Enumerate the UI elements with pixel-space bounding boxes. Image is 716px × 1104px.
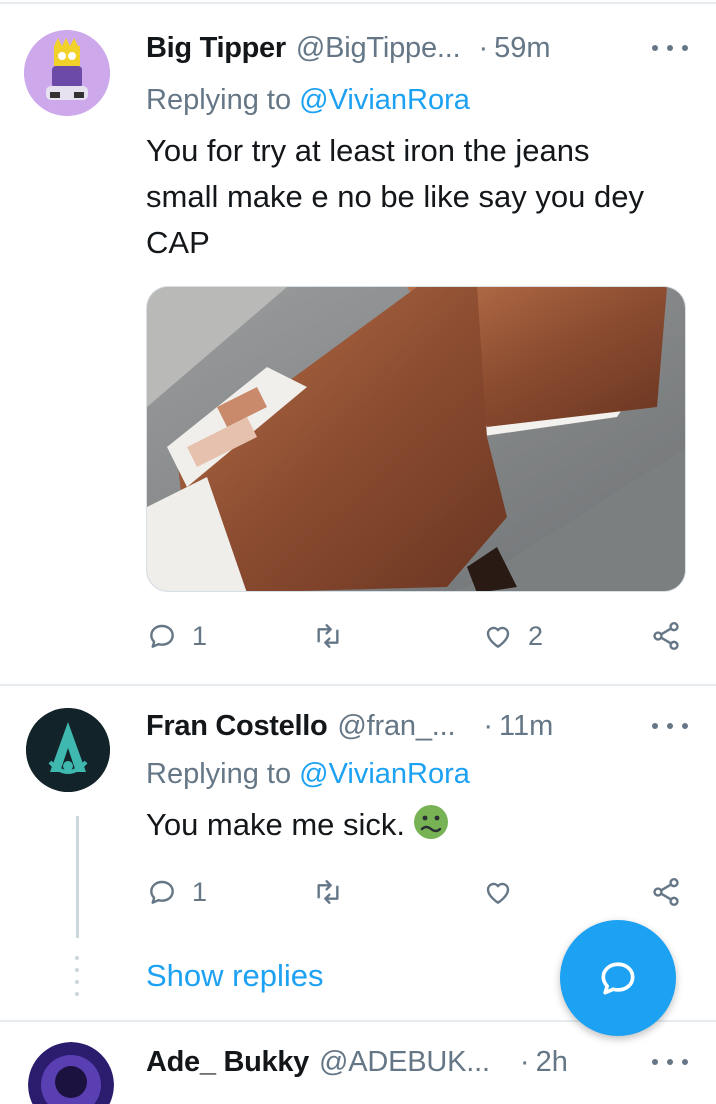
separator-dot: · <box>478 31 489 64</box>
mention-link[interactable]: @VivianRora <box>299 758 470 790</box>
replying-prefix: Replying to <box>146 758 292 790</box>
compose-reply-icon <box>601 962 635 995</box>
user-handle[interactable]: @ADEBUK... <box>319 1046 490 1079</box>
tweet-header: Big Tipper @BigTippe... · 59m <box>146 28 676 68</box>
avatar-big-tipper[interactable] <box>24 30 110 116</box>
tweet-header: Ade_ Bukky @ADEBUK... · 2h <box>146 1042 676 1082</box>
reply-icon <box>150 880 174 904</box>
tweet-text-row: You make me sick. <box>146 802 656 848</box>
tweet-text: You for try at least iron the jeans smal… <box>146 133 644 260</box>
more-icon[interactable] <box>652 1052 688 1072</box>
like-icon <box>486 626 510 648</box>
thread-dots <box>74 956 80 996</box>
share-button[interactable] <box>650 872 682 912</box>
tweet-actions: 1 <box>146 872 686 912</box>
reply-button[interactable]: 1 <box>146 616 207 656</box>
reply-count: 1 <box>192 620 208 651</box>
tweet-actions: 1 2 <box>146 616 686 656</box>
user-handle[interactable]: @fran_... <box>337 710 455 743</box>
replying-prefix: Replying to <box>146 84 292 116</box>
timestamp[interactable]: 59m <box>494 32 550 65</box>
retweet-icon <box>317 880 339 904</box>
more-icon[interactable] <box>652 716 688 736</box>
more-icon[interactable] <box>652 38 688 58</box>
avatar-fran-costello[interactable] <box>26 708 110 792</box>
share-button[interactable] <box>650 616 682 656</box>
user-handle[interactable]: @BigTippe... <box>296 32 461 65</box>
tweet-big-tipper[interactable]: Big Tipper @BigTippe... · 59m Replying t… <box>0 0 716 684</box>
avatar-ade-bukky[interactable] <box>28 1042 114 1104</box>
compose-reply-button[interactable] <box>560 920 676 1036</box>
share-icon <box>653 878 679 906</box>
reply-button[interactable]: 1 <box>146 872 207 912</box>
timestamp[interactable]: 11m <box>499 710 553 743</box>
display-name[interactable]: Big Tipper <box>146 32 286 65</box>
like-icon <box>486 882 510 904</box>
display-name[interactable]: Ade_ Bukky <box>146 1046 309 1079</box>
like-button[interactable]: 2 <box>482 616 543 656</box>
reply-icon <box>150 624 174 648</box>
separator-dot: · <box>519 1045 530 1078</box>
like-count: 2 <box>528 620 544 651</box>
retweet-icon <box>317 624 339 648</box>
retweet-button[interactable] <box>312 872 358 912</box>
show-replies-link[interactable]: Show replies <box>146 958 323 994</box>
retweet-button[interactable] <box>312 616 358 656</box>
timestamp[interactable]: 2h <box>536 1046 568 1079</box>
mention-link[interactable]: @VivianRora <box>299 84 470 116</box>
like-button[interactable] <box>482 872 528 912</box>
separator-dot: · <box>483 709 493 742</box>
share-icon <box>653 622 679 650</box>
tweet-text: You make me sick. <box>146 807 406 842</box>
nauseated-face-emoji <box>414 805 449 839</box>
thread-line <box>76 816 79 938</box>
replying-to: Replying to @VivianRora <box>146 84 470 117</box>
display-name[interactable]: Fran Costello <box>146 710 328 743</box>
replying-to: Replying to @VivianRora <box>146 758 470 791</box>
tweet-media-image[interactable] <box>146 286 686 592</box>
reply-count: 1 <box>192 876 208 907</box>
tweet-header: Fran Costello @fran_... · 11m <box>146 706 676 746</box>
